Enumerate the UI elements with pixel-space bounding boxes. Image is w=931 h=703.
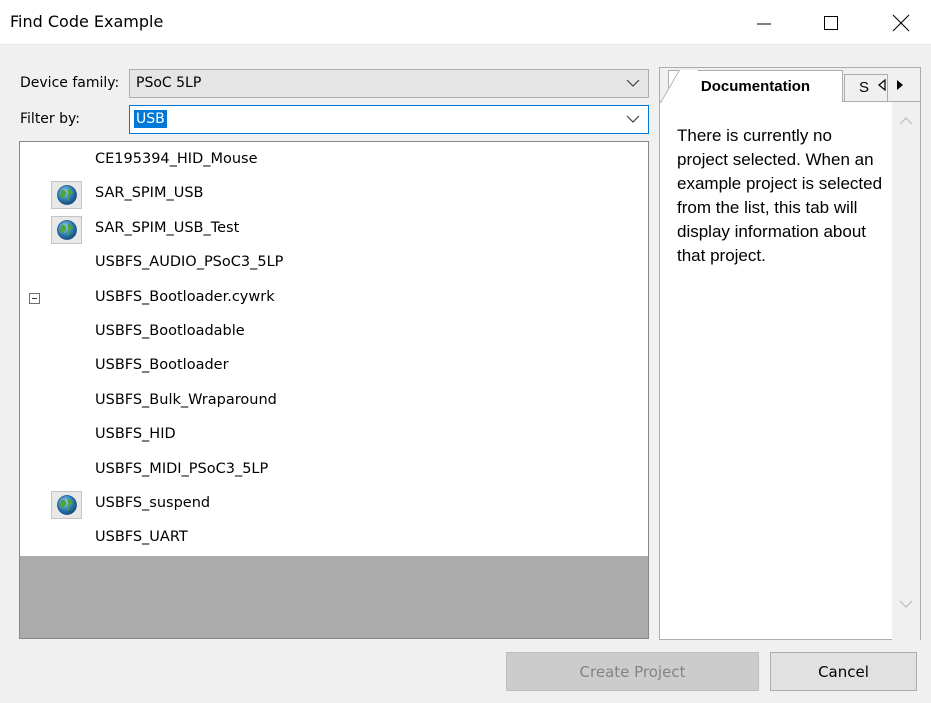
device-family-label: Device family: <box>20 75 120 91</box>
list-item[interactable]: USBFS_HID <box>20 419 648 453</box>
device-family-value: PSoC 5LP <box>136 75 202 91</box>
list-item[interactable]: USBFS_Bulk_Wraparound <box>20 385 648 419</box>
minimize-button[interactable] <box>741 0 787 45</box>
chevron-down-icon <box>626 115 640 123</box>
list-item[interactable]: USBFS_Bootloader.cywrk <box>20 282 648 316</box>
globe-icon <box>56 185 77 206</box>
caret-left-icon <box>878 79 886 91</box>
collapse-toggle-icon[interactable] <box>29 292 40 304</box>
list-item-label: USBFS_UART <box>95 529 188 546</box>
tab-documentation[interactable]: Documentation <box>668 70 843 102</box>
cancel-button[interactable]: Cancel <box>770 652 917 691</box>
minimize-icon <box>757 23 771 24</box>
list-item[interactable]: USBFS_UART <box>20 522 648 556</box>
list-item-label: USBFS_MIDI_PSoC3_5LP <box>95 460 269 477</box>
create-project-label: Create Project <box>579 662 686 681</box>
list-item-label: USBFS_Bootloadable <box>95 323 245 339</box>
tab-scroll-right-button[interactable] <box>894 77 906 93</box>
close-button[interactable] <box>878 0 924 45</box>
filter-value: USB <box>134 110 167 128</box>
examples-list[interactable]: CE195394_HID_Mouse SAR_SPIM_USB SAR_SPIM_U… <box>19 141 649 639</box>
list-item[interactable]: SAR_SPIM_USB_Test <box>20 213 648 247</box>
list-item-label: USBFS_HID <box>95 426 176 443</box>
globe-icon-frame <box>51 491 82 519</box>
window-title: Find Code Example <box>10 12 164 31</box>
globe-icon-frame <box>51 215 82 244</box>
globe-icon-frame <box>51 181 82 210</box>
documentation-content: There is currently no project selected. … <box>660 101 920 640</box>
list-item-label: USBFS_Bulk_Wraparound <box>95 391 277 408</box>
list-item-label: USBFS_Bootloader.cywrk <box>95 288 275 305</box>
list-item-label: USBFS_AUDIO_PSoC3_5LP <box>95 254 284 271</box>
list-item[interactable]: SAR_SPIM_USB <box>20 178 648 212</box>
list-item[interactable]: USBFS_suspend <box>20 488 648 522</box>
list-item[interactable]: USBFS_AUDIO_PSoC3_5LP <box>20 247 648 281</box>
chevron-down-icon <box>899 600 913 608</box>
filter-label: Filter by: <box>20 111 80 127</box>
globe-icon <box>56 219 77 240</box>
documentation-panel: S Documentation There is currently no pr… <box>659 67 921 640</box>
documentation-scrollbar[interactable] <box>892 102 920 640</box>
documentation-text: There is currently no project selected. … <box>677 126 883 265</box>
list-item[interactable]: USBFS_MIDI_PSoC3_5LP <box>20 454 648 488</box>
device-family-select[interactable]: PSoC 5LP <box>129 69 649 98</box>
list-item[interactable]: CE195394_HID_Mouse <box>20 144 648 178</box>
globe-icon <box>56 495 77 515</box>
close-icon <box>892 14 910 31</box>
chevron-up-icon <box>899 117 913 125</box>
maximize-icon <box>824 15 838 30</box>
list-item[interactable]: USBFS_Bootloadable <box>20 316 648 350</box>
tab-scroll-left-button[interactable] <box>876 77 888 93</box>
maximize-button[interactable] <box>808 0 854 45</box>
chevron-down-icon <box>626 79 640 87</box>
list-item[interactable]: USBFS_Bootloader <box>20 350 648 384</box>
list-item-label: USBFS_Bootloader <box>95 357 229 374</box>
list-item-label: SAR_SPIM_USB <box>95 185 204 202</box>
list-item-label: CE195394_HID_Mouse <box>95 151 258 167</box>
caret-right-icon <box>897 80 903 90</box>
examples-list-rows: CE195394_HID_Mouse SAR_SPIM_USB SAR_SPIM_U… <box>20 142 648 556</box>
list-item-label: SAR_SPIM_USB_Test <box>95 219 240 236</box>
list-item-label: USBFS_suspend <box>95 495 211 511</box>
cancel-label: Cancel <box>818 662 869 681</box>
create-project-button[interactable]: Create Project <box>506 652 759 691</box>
tab-second-label: S <box>859 79 870 96</box>
filter-input[interactable]: USB <box>129 105 649 134</box>
title-bar: Find Code Example <box>0 0 931 45</box>
tab-documentation-label: Documentation <box>700 78 811 95</box>
